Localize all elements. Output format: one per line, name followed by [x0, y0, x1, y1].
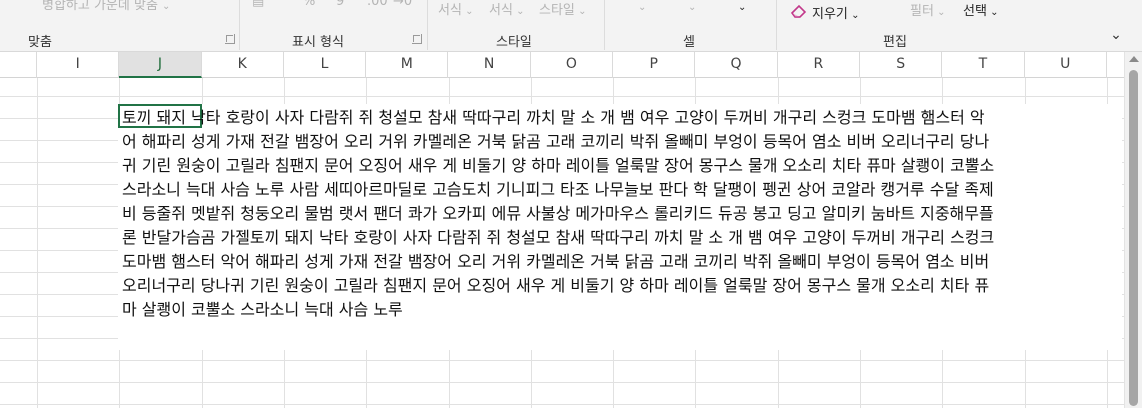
chevron-down-icon: ⌄ [986, 7, 999, 18]
divider [239, 0, 240, 50]
column-header-n[interactable]: N [449, 52, 531, 78]
divider [776, 0, 777, 50]
insert-cells-dropdown[interactable]: ⌄ [638, 0, 646, 14]
group-label-alignment: 맞춤 [28, 35, 52, 50]
chevron-down-icon: ⌄ [933, 7, 946, 18]
chevron-down-icon: ⌄ [574, 6, 587, 17]
chevron-down-icon: ⌄ [162, 1, 171, 12]
select-label: 선택 [963, 4, 987, 19]
merge-center-button[interactable]: 병합하고 가운데 맞춤 ⌄ [42, 0, 170, 13]
column-header-i[interactable]: I [37, 52, 120, 78]
alignment-launcher-icon[interactable] [225, 34, 235, 44]
filter-button[interactable]: 필터 ⌄ [910, 0, 945, 19]
chevron-down-icon: ⌄ [512, 6, 525, 17]
gridline [37, 78, 38, 408]
chevron-down-icon: ⌄ [688, 2, 697, 13]
group-label-editing: 편집 [883, 35, 907, 50]
select-button[interactable]: 선택 ⌄ [963, 0, 998, 19]
format-cells-dropdown[interactable]: ⌄ [738, 0, 746, 14]
accounting-icon: ▤ [252, 0, 265, 9]
column-headers: IJKLMNOPQRSTU [0, 52, 1124, 78]
cell-styles-button[interactable]: 스타일 ⌄ [539, 0, 586, 18]
comma-style-button[interactable]: 9 [336, 0, 344, 9]
format-as-table-label: 서식 [489, 3, 513, 18]
chevron-down-icon: ⌄ [738, 2, 747, 13]
delete-cells-dropdown[interactable]: ⌄ [688, 0, 696, 14]
chevron-down-icon: ⌄ [1110, 27, 1122, 43]
group-label-number: 표시 형식 [292, 35, 344, 50]
conditional-format-label: 서식 [438, 3, 462, 18]
group-label-styles: 스타일 [496, 35, 532, 50]
format-as-table-button[interactable]: 서식 ⌄ [489, 0, 524, 18]
column-header-partial[interactable] [0, 52, 37, 78]
column-header-p[interactable]: P [613, 52, 696, 78]
increase-decimal-button[interactable]: .00 [367, 0, 388, 9]
clear-button[interactable]: 지우기 ⌄ [812, 3, 859, 22]
chevron-down-icon: ⌄ [638, 2, 647, 13]
divider [427, 0, 428, 50]
conditional-format-button[interactable]: 서식 ⌄ [438, 0, 473, 18]
sheet-grid[interactable]: 토끼 돼지 낙타 호랑이 사자 다람쥐 쥐 청설모 참새 딱따구리 까치 말 소… [0, 78, 1124, 408]
column-header-m[interactable]: M [366, 52, 449, 78]
column-header-k[interactable]: K [202, 52, 284, 78]
divider [604, 0, 605, 50]
column-header-l[interactable]: L [284, 52, 367, 78]
column-header-j[interactable]: J [119, 52, 202, 78]
decrease-decimal-button[interactable]: →0 [393, 0, 412, 9]
chevron-down-icon: ⌄ [461, 6, 474, 17]
percent-style-button[interactable]: % [303, 0, 315, 9]
ribbon: 병합하고 가운데 맞춤 ⌄ 맞춤 ▤ % 9 .00 →0 표시 형식 서식 ⌄… [0, 0, 1142, 52]
group-label-cells: 셀 [683, 35, 695, 50]
collapse-ribbon-button[interactable]: ⌄ [1105, 24, 1127, 46]
column-header-q[interactable]: Q [695, 52, 778, 78]
column-header-s[interactable]: S [860, 52, 943, 78]
filter-label: 필터 [910, 4, 934, 19]
column-header-u[interactable]: U [1025, 52, 1107, 78]
column-header-o[interactable]: O [531, 52, 614, 78]
accounting-format-button[interactable]: ▤ [252, 0, 264, 9]
cell-styles-label: 스타일 [539, 3, 575, 18]
scrollbar-thumb[interactable] [1129, 70, 1138, 406]
column-header-r[interactable]: R [778, 52, 860, 78]
column-header-t[interactable]: T [942, 52, 1025, 78]
merge-center-label: 병합하고 가운데 맞춤 [42, 0, 158, 13]
vertical-scrollbar[interactable] [1124, 52, 1142, 408]
clear-label: 지우기 [812, 7, 848, 22]
number-launcher-icon[interactable] [412, 34, 422, 44]
scroll-up-arrow-icon[interactable] [1129, 56, 1139, 62]
chevron-down-icon: ⌄ [847, 10, 860, 21]
cell-text-content: 토끼 돼지 낙타 호랑이 사자 다람쥐 쥐 청설모 참새 딱따구리 까치 말 소… [122, 108, 995, 319]
eraser-icon [790, 4, 807, 18]
